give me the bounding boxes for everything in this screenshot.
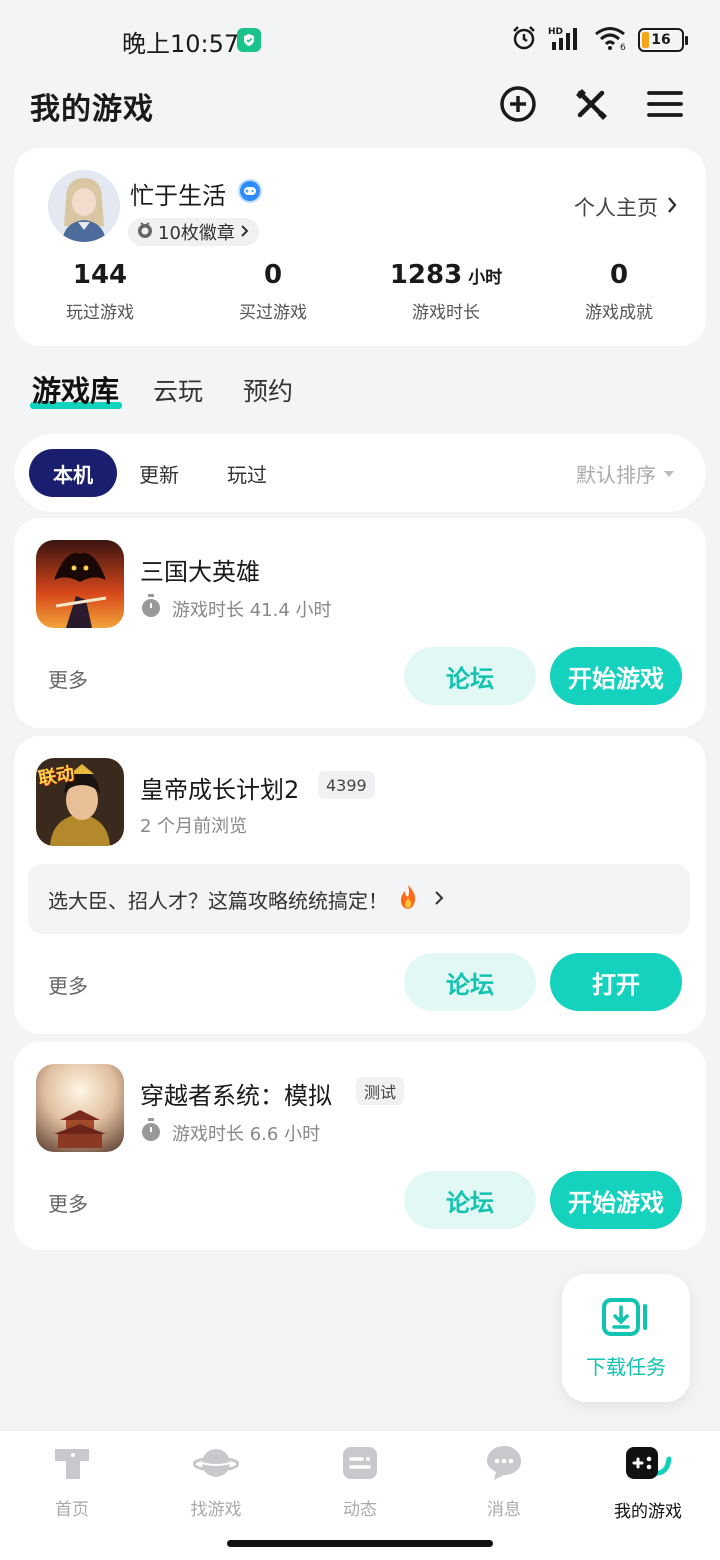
stopwatch-icon xyxy=(140,1118,162,1147)
game-icon-sanguo[interactable] xyxy=(36,540,124,628)
menu-icon[interactable] xyxy=(645,84,685,124)
guide-tip-text: 选大臣、招人才？这篇攻略统统搞定！ xyxy=(48,888,388,913)
status-time: 晚上10:57 xyxy=(122,30,240,58)
game-card: 穿越者系统：模拟 测试 游戏时长 6.6 小时 更多 论坛 开始游戏 xyxy=(14,1042,706,1250)
more-button[interactable]: 更多 xyxy=(48,970,88,999)
stat-achievements[interactable]: 0 游戏成就 xyxy=(533,260,705,323)
filter-local[interactable]: 本机 xyxy=(29,449,117,497)
open-button[interactable]: 打开 xyxy=(550,953,682,1011)
start-game-button[interactable]: 开始游戏 xyxy=(550,1171,682,1229)
download-task-label: 下载任务 xyxy=(586,1354,666,1379)
more-button[interactable]: 更多 xyxy=(48,664,88,693)
nav-find-games[interactable]: 找游戏 xyxy=(144,1443,288,1520)
shield-icon xyxy=(237,28,261,52)
nav-label: 消息 xyxy=(487,1500,521,1520)
medal-icon xyxy=(136,221,154,244)
stat-value: 0 xyxy=(263,260,283,290)
sort-label: 默认排序 xyxy=(576,463,656,487)
badges-button[interactable]: 10枚徽章 xyxy=(128,218,259,246)
start-game-button[interactable]: 开始游戏 xyxy=(550,647,682,705)
verified-gamepad-icon xyxy=(238,179,262,203)
guide-tip-row[interactable]: 选大臣、招人才？这篇攻略统统搞定！ xyxy=(28,864,690,934)
nav-label: 我的游戏 xyxy=(614,1502,682,1522)
publisher-tag: 4399 xyxy=(318,771,375,799)
nav-messages[interactable]: 消息 xyxy=(432,1443,576,1520)
chevron-right-icon xyxy=(239,222,249,243)
alarm-icon xyxy=(510,24,538,56)
chevron-right-icon xyxy=(666,195,678,219)
svg-text:HD: HD xyxy=(548,27,563,37)
game-name[interactable]: 皇帝成长计划2 xyxy=(140,770,299,805)
nav-home[interactable]: 首页 xyxy=(0,1443,144,1520)
tab-game-library[interactable]: 游戏库 xyxy=(32,368,119,410)
homepage-label: 个人主页 xyxy=(574,196,658,220)
svg-text:6: 6 xyxy=(620,43,626,51)
battery-icon: 16 xyxy=(638,28,688,52)
download-icon xyxy=(602,1297,650,1341)
forum-button[interactable]: 论坛 xyxy=(404,647,536,705)
stat-value: 1283 xyxy=(389,260,463,290)
avatar[interactable] xyxy=(48,170,120,242)
stat-played[interactable]: 144 玩过游戏 xyxy=(14,260,186,323)
game-name[interactable]: 穿越者系统：模拟 xyxy=(140,1076,332,1111)
forum-button[interactable]: 论坛 xyxy=(404,1171,536,1229)
game-icon-emperor[interactable]: 联动 xyxy=(36,758,124,846)
badges-count: 10枚徽章 xyxy=(158,223,235,244)
sort-dropdown[interactable]: 默认排序 xyxy=(576,459,674,488)
battery-level: 16 xyxy=(651,32,671,48)
caret-down-icon xyxy=(664,470,674,477)
stat-label: 游戏成就 xyxy=(585,303,653,323)
game-card: 联动 皇帝成长计划2 4399 2 个月前浏览 选大臣、招人才？这篇攻略统统搞定… xyxy=(14,736,706,1034)
stopwatch-icon xyxy=(140,594,162,623)
profile-card: 忙于生活 10枚徽章 个人主页 144 玩过游戏 0 买过游戏 1283 小时 游… xyxy=(14,148,706,346)
game-meta: 2 个月前浏览 xyxy=(140,812,247,838)
gamepad-icon xyxy=(623,1443,673,1489)
add-icon[interactable] xyxy=(498,84,538,124)
stat-value: 144 xyxy=(72,260,128,290)
nav-label: 动态 xyxy=(343,1500,377,1520)
stat-label: 玩过游戏 xyxy=(66,303,134,323)
nav-label: 首页 xyxy=(55,1500,89,1520)
planet-icon xyxy=(192,1443,240,1487)
tab-reservations[interactable]: 预约 xyxy=(243,372,293,408)
game-icon-traveler[interactable] xyxy=(36,1064,124,1152)
playtime-text: 游戏时长 6.6 小时 xyxy=(172,1123,321,1145)
stat-playtime[interactable]: 1283 小时 游戏时长 xyxy=(360,260,532,323)
stat-bought[interactable]: 0 买过游戏 xyxy=(187,260,359,323)
forum-button[interactable]: 论坛 xyxy=(404,953,536,1011)
fire-icon xyxy=(396,884,420,915)
game-card: 三国大英雄 游戏时长 41.4 小时 更多 论坛 开始游戏 xyxy=(14,518,706,728)
homepage-link[interactable]: 个人主页 xyxy=(574,192,678,222)
feed-icon xyxy=(340,1443,380,1487)
beta-tag: 测试 xyxy=(356,1077,405,1105)
more-button[interactable]: 更多 xyxy=(48,1188,88,1217)
home-icon xyxy=(52,1443,92,1487)
filter-updates[interactable]: 更新 xyxy=(115,449,203,497)
home-indicator[interactable] xyxy=(227,1540,493,1547)
nav-label: 找游戏 xyxy=(190,1500,242,1520)
download-task-button[interactable]: 下载任务 xyxy=(562,1274,690,1402)
wifi-icon: 6 xyxy=(594,25,628,55)
browsed-text: 2 个月前浏览 xyxy=(140,816,248,837)
chevron-right-icon xyxy=(434,887,444,911)
stat-unit: 小时 xyxy=(468,268,503,288)
stat-label: 买过游戏 xyxy=(239,303,307,323)
status-icons: HD 6 16 xyxy=(510,24,688,56)
tab-cloud-play[interactable]: 云玩 xyxy=(153,372,203,408)
chat-icon xyxy=(484,1443,524,1487)
signal-icon: HD xyxy=(548,25,584,55)
game-meta: 游戏时长 41.4 小时 xyxy=(140,594,332,623)
game-meta: 游戏时长 6.6 小时 xyxy=(140,1118,320,1147)
stat-label: 游戏时长 xyxy=(412,303,480,323)
page-title: 我的游戏 xyxy=(30,92,154,127)
tools-icon[interactable] xyxy=(571,84,611,124)
playtime-text: 游戏时长 41.4 小时 xyxy=(172,599,332,621)
nav-feed[interactable]: 动态 xyxy=(288,1443,432,1520)
filter-bar: 本机 更新 玩过 默认排序 xyxy=(14,434,706,512)
username: 忙于生活 xyxy=(130,182,226,210)
nav-my-games[interactable]: 我的游戏 xyxy=(576,1443,720,1522)
game-name[interactable]: 三国大英雄 xyxy=(140,552,260,587)
stat-value: 0 xyxy=(609,260,629,290)
filter-played[interactable]: 玩过 xyxy=(203,449,291,497)
